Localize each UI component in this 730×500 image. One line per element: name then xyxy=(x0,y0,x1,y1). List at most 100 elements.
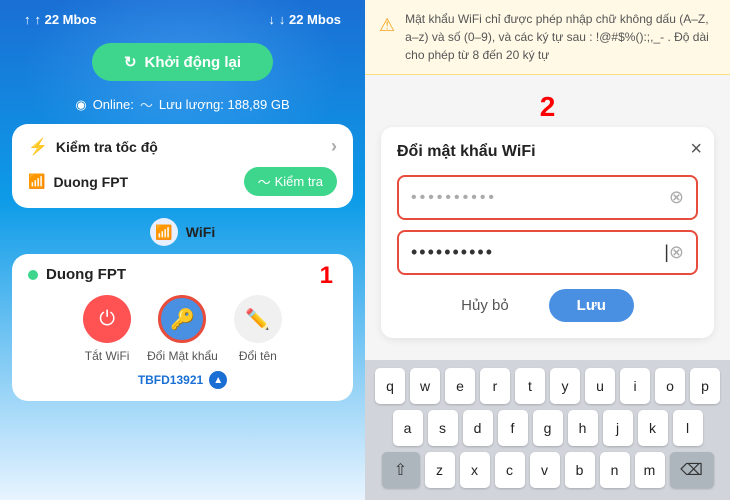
key-icon: 🔑 xyxy=(158,295,206,343)
key-z[interactable]: z xyxy=(425,452,455,488)
key-j[interactable]: j xyxy=(603,410,633,446)
chevron-right-icon: › xyxy=(331,136,337,157)
clear-old-password-icon[interactable]: ⊗ xyxy=(669,187,684,208)
download-speed: ↓ ↓ 22 Mbos xyxy=(268,12,341,27)
turn-off-wifi-button[interactable]: ⏻ Tắt WiFi xyxy=(83,295,131,363)
action-buttons: ⏻ Tắt WiFi 🔑 Đổi Mật khẩu ✏️ Đổi tên xyxy=(28,295,337,363)
change-name-button[interactable]: ✏️ Đổi tên xyxy=(234,295,282,363)
cancel-button[interactable]: Hủy bỏ xyxy=(461,297,509,314)
wifi-row: 📶 Duong FPT 〜 Kiểm tra xyxy=(28,167,337,196)
key-f[interactable]: f xyxy=(498,410,528,446)
key-b[interactable]: b xyxy=(565,452,595,488)
lightning-icon: ⚡ xyxy=(28,137,48,157)
device-id-label: TBFD13921 xyxy=(138,373,203,387)
speed-test-card: ⚡ Kiểm tra tốc độ › 📶 Duong FPT 〜 Kiểm t… xyxy=(12,124,353,208)
wifi-section-icon: 📶 xyxy=(150,218,178,246)
wifi-name-label: Duong FPT xyxy=(53,174,128,190)
key-h[interactable]: h xyxy=(568,410,598,446)
key-s[interactable]: s xyxy=(428,410,458,446)
check-label: Kiểm tra xyxy=(275,174,323,189)
upload-arrow-icon: ↑ xyxy=(24,12,31,27)
change-pw-label: Đổi Mật khẩu xyxy=(147,349,218,363)
keyboard-row-1: q w e r t y u i o p xyxy=(369,368,726,404)
upload-speed-label: ↑ 22 Mbos xyxy=(35,12,97,27)
change-password-button[interactable]: 🔑 Đổi Mật khẩu xyxy=(147,295,218,363)
key-m[interactable]: m xyxy=(635,452,665,488)
step1-number: 1 xyxy=(320,262,333,290)
wave-icon: 〜 xyxy=(140,95,153,114)
step2-number: 2 xyxy=(381,91,714,123)
chevron-up-icon: ▲ xyxy=(209,371,227,389)
old-password-input[interactable]: •••••••••• ⊗ xyxy=(397,175,698,220)
upload-speed: ↑ ↑ 22 Mbos xyxy=(24,12,97,27)
key-u[interactable]: u xyxy=(585,368,615,404)
dialog-actions: Hủy bỏ Lưu xyxy=(397,289,698,322)
key-t[interactable]: t xyxy=(515,368,545,404)
green-dot-icon xyxy=(28,270,38,280)
key-r[interactable]: r xyxy=(480,368,510,404)
power-icon: ⏻ xyxy=(83,295,131,343)
online-label: Online: xyxy=(93,97,134,112)
wifi-signal-icon: 📶 xyxy=(28,173,45,190)
key-a[interactable]: a xyxy=(393,410,423,446)
new-password-input[interactable]: •••••••••• | ⊗ xyxy=(397,230,698,275)
key-v[interactable]: v xyxy=(530,452,560,488)
restart-icon: ↻ xyxy=(124,53,137,71)
close-icon: × xyxy=(690,138,702,160)
key-y[interactable]: y xyxy=(550,368,580,404)
key-g[interactable]: g xyxy=(533,410,563,446)
wifi-section-row: 📶 WiFi xyxy=(150,218,215,246)
key-l[interactable]: l xyxy=(673,410,703,446)
speed-test-label: Kiểm tra tốc độ xyxy=(56,139,158,155)
backspace-key[interactable]: ⌫ xyxy=(670,452,714,488)
dialog-area: 2 Đổi mật khẩu WiFi × •••••••••• ⊗ •••••… xyxy=(365,75,730,360)
device-id-row: TBFD13921 ▲ xyxy=(28,371,337,389)
speed-row: ↑ ↑ 22 Mbos ↓ ↓ 22 Mbos xyxy=(0,0,365,27)
key-i[interactable]: i xyxy=(620,368,650,404)
old-password-dots: •••••••••• xyxy=(411,189,669,207)
online-circle-icon: ◉ xyxy=(75,97,86,113)
key-k[interactable]: k xyxy=(638,410,668,446)
duong-fpt-card: Duong FPT 1 ⏻ Tắt WiFi 🔑 Đổi Mật khẩu ✏️… xyxy=(12,254,353,401)
key-d[interactable]: d xyxy=(463,410,493,446)
save-button[interactable]: Lưu xyxy=(549,289,634,322)
data-label: Lưu lượng: 188,89 GB xyxy=(159,97,290,112)
turn-off-label: Tắt WiFi xyxy=(85,349,130,363)
edit-icon: ✏️ xyxy=(234,295,282,343)
wave-small-icon: 〜 xyxy=(258,172,271,191)
key-o[interactable]: o xyxy=(655,368,685,404)
key-q[interactable]: q xyxy=(375,368,405,404)
download-speed-label: ↓ 22 Mbos xyxy=(279,12,341,27)
online-row: ◉ Online: 〜 Lưu lượng: 188,89 GB xyxy=(75,95,289,114)
duong-fpt-title: Duong FPT xyxy=(28,266,337,283)
keyboard-row-3: ⇧ z x c v b n m ⌫ xyxy=(369,452,726,488)
change-name-label: Đổi tên xyxy=(239,349,277,363)
close-dialog-button[interactable]: × xyxy=(690,139,702,159)
key-c[interactable]: c xyxy=(495,452,525,488)
shift-key[interactable]: ⇧ xyxy=(382,452,420,488)
restart-label: Khởi động lại xyxy=(145,54,242,71)
restart-button[interactable]: ↻ Khởi động lại xyxy=(92,43,273,81)
check-button[interactable]: 〜 Kiểm tra xyxy=(244,167,337,196)
key-x[interactable]: x xyxy=(460,452,490,488)
clear-new-password-icon[interactable]: ⊗ xyxy=(669,242,684,263)
warning-text: Mật khẩu WiFi chỉ được phép nhập chữ khô… xyxy=(405,10,716,64)
warning-icon: ⚠ xyxy=(379,12,395,64)
keyboard-area: q w e r t y u i o p a s d f g h j k l ⇧ … xyxy=(365,360,730,500)
wifi-name-row: 📶 Duong FPT xyxy=(28,173,128,190)
key-p[interactable]: p xyxy=(690,368,720,404)
new-password-dots: •••••••••• xyxy=(411,242,663,263)
left-panel: ↑ ↑ 22 Mbos ↓ ↓ 22 Mbos ↻ Khởi động lại … xyxy=(0,0,365,500)
dialog-title: Đổi mật khẩu WiFi xyxy=(397,143,698,161)
keyboard-row-2: a s d f g h j k l xyxy=(369,410,726,446)
key-e[interactable]: e xyxy=(445,368,475,404)
warning-banner: ⚠ Mật khẩu WiFi chỉ được phép nhập chữ k… xyxy=(365,0,730,75)
key-n[interactable]: n xyxy=(600,452,630,488)
wifi-section-label: WiFi xyxy=(186,224,215,240)
dialog-box: Đổi mật khẩu WiFi × •••••••••• ⊗ •••••••… xyxy=(381,127,714,338)
duong-fpt-label: Duong FPT xyxy=(46,266,126,283)
right-panel: ⚠ Mật khẩu WiFi chỉ được phép nhập chữ k… xyxy=(365,0,730,500)
speed-test-row[interactable]: ⚡ Kiểm tra tốc độ › xyxy=(28,136,337,157)
key-w[interactable]: w xyxy=(410,368,440,404)
download-arrow-icon: ↓ xyxy=(268,12,275,27)
